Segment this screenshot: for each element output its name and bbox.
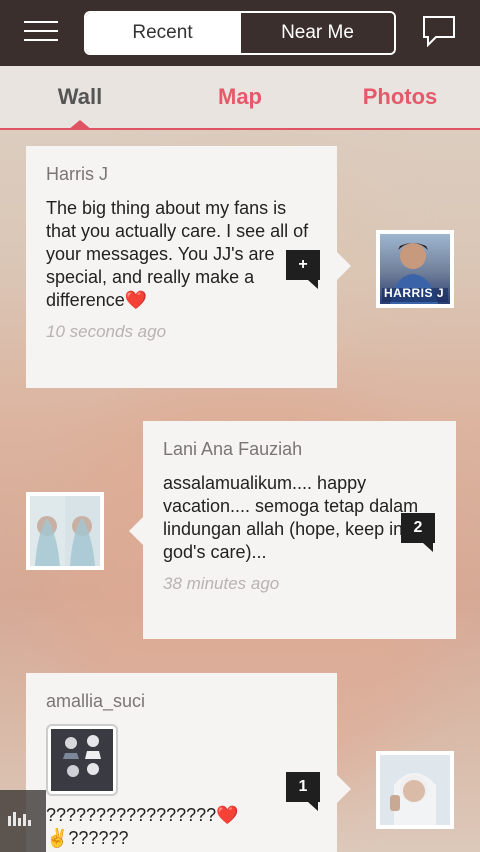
card-pointer — [337, 252, 351, 280]
tab-photos[interactable]: Photos — [320, 66, 480, 128]
post-text: The big thing about my fans is that you … — [46, 198, 309, 310]
avatar[interactable] — [26, 492, 104, 570]
tab-photos-label: Photos — [362, 84, 438, 109]
active-tab-indicator — [68, 120, 92, 130]
post-author: amallia_suci — [46, 691, 146, 711]
comment-count-badge[interactable]: 1 — [286, 772, 320, 811]
avatar[interactable] — [376, 751, 454, 829]
post-author: Lani Ana Fauziah — [163, 439, 303, 459]
segment-control: Recent Near Me — [84, 11, 396, 55]
menu-icon[interactable] — [24, 21, 58, 45]
tab-wall[interactable]: Wall — [0, 66, 160, 130]
tab-map[interactable]: Map — [160, 66, 320, 128]
avatar-label: HARRIS J — [384, 286, 445, 300]
card-pointer — [337, 775, 351, 803]
sidebar-toggle-button[interactable] — [0, 790, 46, 852]
tab-wall-label: Wall — [57, 84, 103, 109]
post-text: ?????????????????❤️ ✌️?????? — [46, 805, 239, 848]
comment-count-badge[interactable]: 2 — [401, 513, 435, 552]
top-bar: Recent Near Me — [0, 0, 480, 66]
post-card[interactable]: amallia_suci ?????????????????❤️ ✌️?????… — [26, 673, 337, 852]
post-author: Harris J — [46, 164, 108, 184]
post-text: assalamualikum.... happy vacation.... se… — [163, 473, 419, 562]
post-timestamp: 38 minutes ago — [163, 574, 280, 593]
post-photo[interactable] — [46, 724, 118, 796]
chat-icon[interactable] — [422, 15, 456, 48]
tab-bar: Wall Map Photos — [0, 66, 480, 130]
avatar[interactable]: HARRIS J — [376, 230, 454, 308]
tab-map-label: Map — [218, 84, 262, 109]
segment-recent[interactable]: Recent — [86, 13, 239, 53]
post-timestamp: 10 seconds ago — [46, 322, 167, 341]
heart-emoji: ❤️ — [124, 290, 148, 310]
comment-count-badge[interactable]: + — [286, 250, 320, 289]
card-pointer — [129, 517, 143, 545]
segment-near-me[interactable]: Near Me — [239, 13, 394, 53]
heart-emoji: ❤️ — [216, 805, 239, 825]
equalizer-icon — [8, 812, 31, 826]
